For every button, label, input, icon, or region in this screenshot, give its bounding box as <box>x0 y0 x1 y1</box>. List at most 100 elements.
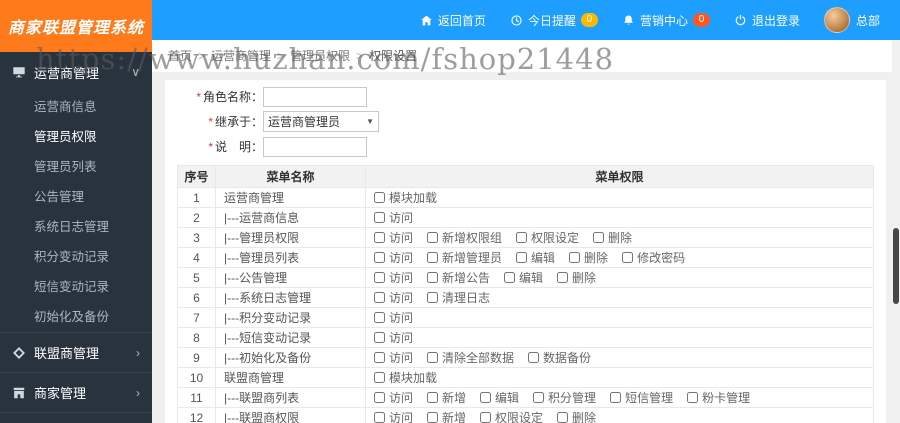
permission-label: 访问 <box>389 351 414 365</box>
permission-checkbox[interactable] <box>622 252 634 263</box>
permission-checkbox[interactable] <box>557 412 569 423</box>
menu-name: |---管理员列表 <box>215 247 366 268</box>
breadcrumb-item[interactable]: 运营商管理 <box>211 49 271 63</box>
permission-checkbox[interactable] <box>374 212 385 223</box>
breadcrumb-item[interactable]: 权限设置 <box>369 49 417 63</box>
permission-checkbox[interactable] <box>516 252 528 263</box>
permission-checkbox[interactable] <box>480 392 492 403</box>
permission-label: 模块加载 <box>389 191 438 205</box>
table-row: 2 |---运营商信息 访问 <box>177 207 874 228</box>
note-input[interactable] <box>263 136 367 157</box>
permission-label: 访问 <box>389 411 414 423</box>
permission-checkbox[interactable] <box>593 232 605 243</box>
scrollbar-thumb[interactable] <box>893 228 899 304</box>
permission-checkbox[interactable] <box>374 192 385 203</box>
notification-badge: 0 <box>692 13 710 27</box>
table-row: 7 |---积分变动记录 访问 <box>177 307 874 328</box>
permission-checkbox[interactable] <box>427 412 439 423</box>
sidebar-item-2[interactable]: 管理员列表 <box>0 152 152 182</box>
permission-checkbox[interactable] <box>374 292 385 303</box>
permission-checkbox[interactable] <box>427 232 439 243</box>
topbar-item-logout[interactable]: 退出登录 <box>722 0 812 40</box>
permission-checkbox[interactable] <box>427 252 439 263</box>
permission-checkbox[interactable] <box>528 352 540 363</box>
permission-checkbox[interactable] <box>687 392 699 403</box>
permission-cell: 访问 清理日志 <box>365 287 874 308</box>
sidebar-item-1[interactable]: 管理员权限 <box>0 122 152 152</box>
inherit-select[interactable]: 运营商管理员 ▼ <box>263 111 379 132</box>
permission-option: 编辑 <box>516 249 555 266</box>
permission-option: 新增权限组 <box>427 229 502 246</box>
sidebar-item-6[interactable]: 短信变动记录 <box>0 272 152 302</box>
permission-checkbox[interactable] <box>374 372 385 383</box>
permission-checkbox[interactable] <box>480 412 492 423</box>
topbar-item-reminder[interactable]: 今日提醒 0 <box>498 0 610 40</box>
permission-checkbox[interactable] <box>569 252 581 263</box>
permission-checkbox[interactable] <box>516 232 528 243</box>
permission-checkbox[interactable] <box>374 252 385 263</box>
permission-cell: 访问 新增公告 编辑 删除 <box>365 267 874 288</box>
column-header: 序号 <box>177 165 216 188</box>
topbar-item-home[interactable]: 返回首页 <box>408 0 498 40</box>
permission-checkbox[interactable] <box>374 332 385 343</box>
permission-option: 权限设定 <box>480 409 543 423</box>
sidebar-group-merchant[interactable]: 商家管理 › <box>0 372 152 412</box>
permission-option: 访问 <box>374 309 413 326</box>
permission-checkbox[interactable] <box>557 272 569 283</box>
required-mark: * <box>208 115 213 129</box>
permission-option: 访问 <box>374 289 413 306</box>
permission-checkbox[interactable] <box>374 412 385 423</box>
topbar-item-marketing[interactable]: 营销中心 0 <box>610 0 722 40</box>
permission-option: 访问 <box>374 349 413 366</box>
role-name-input[interactable] <box>263 86 367 107</box>
row-number: 12 <box>177 407 216 423</box>
sidebar-item-label: 初始化及备份 <box>34 310 110 324</box>
breadcrumb-separator: > <box>277 49 285 63</box>
sidebar-item-7[interactable]: 初始化及备份 <box>0 302 152 332</box>
permission-checkbox[interactable] <box>374 232 385 243</box>
sidebar-item-4[interactable]: 系统日志管理 <box>0 212 152 242</box>
permission-option: 短信管理 <box>610 389 673 406</box>
row-number: 6 <box>177 287 216 308</box>
topbar-item-label: 今日提醒 <box>527 13 576 28</box>
monitor-icon <box>12 65 26 79</box>
permission-checkbox[interactable] <box>374 272 385 283</box>
table-header-row: 序号 菜单名称 菜单权限 <box>177 165 874 188</box>
breadcrumb-item[interactable]: 管理员权限 <box>290 49 350 63</box>
avatar <box>823 7 850 33</box>
permission-checkbox[interactable] <box>374 312 385 323</box>
topbar-item-user[interactable]: 总部 <box>812 0 892 40</box>
permission-label: 清理日志 <box>442 291 491 305</box>
permission-checkbox[interactable] <box>427 292 439 303</box>
row-number: 4 <box>177 247 216 268</box>
permission-checkbox[interactable] <box>427 352 439 363</box>
table-row: 9 |---初始化及备份 访问 清除全部数据 数据备份 <box>177 347 874 368</box>
sidebar-group-operator[interactable]: 运营商管理 ∨ <box>0 52 152 92</box>
breadcrumb-item[interactable]: 首页 <box>168 49 192 63</box>
notification-badge: 0 <box>580 13 598 27</box>
permission-checkbox[interactable] <box>427 272 439 283</box>
permission-checkbox[interactable] <box>374 352 385 363</box>
permission-label: 数据备份 <box>543 351 592 365</box>
permission-checkbox[interactable] <box>533 392 545 403</box>
permission-option: 访问 <box>374 249 413 266</box>
sidebar-item-3[interactable]: 公告管理 <box>0 182 152 212</box>
permission-checkbox[interactable] <box>610 392 622 403</box>
topbar: 返回首页 今日提醒 0 营销中心 0 退出登录 总部 <box>152 0 900 40</box>
sidebar-item-0[interactable]: 运营商信息 <box>0 92 152 122</box>
sidebar-group-member[interactable]: 会员管理› <box>0 412 152 423</box>
permission-label: 编辑 <box>531 251 556 265</box>
permission-checkbox[interactable] <box>504 272 516 283</box>
row-number: 11 <box>177 387 216 408</box>
form-row-inherit: * 继承于： 运营商管理员 ▼ <box>177 109 874 134</box>
content-area: * 角色名称： * 继承于： 运营商管理员 ▼ * 说 明： 序号 菜单名称 菜单权限 1 运营商管… <box>152 72 900 423</box>
permission-option: 粉卡管理 <box>687 389 750 406</box>
sidebar-item-5[interactable]: 积分变动记录 <box>0 242 152 272</box>
scrollbar[interactable] <box>892 40 900 423</box>
permission-label: 删除 <box>584 251 609 265</box>
permission-checkbox[interactable] <box>374 392 385 403</box>
permission-label: 删除 <box>572 271 597 285</box>
app-logo: 商家联盟管理系统 <box>0 0 152 52</box>
permission-checkbox[interactable] <box>427 392 439 403</box>
sidebar-group-alliance[interactable]: 联盟商管理 › <box>0 332 152 372</box>
